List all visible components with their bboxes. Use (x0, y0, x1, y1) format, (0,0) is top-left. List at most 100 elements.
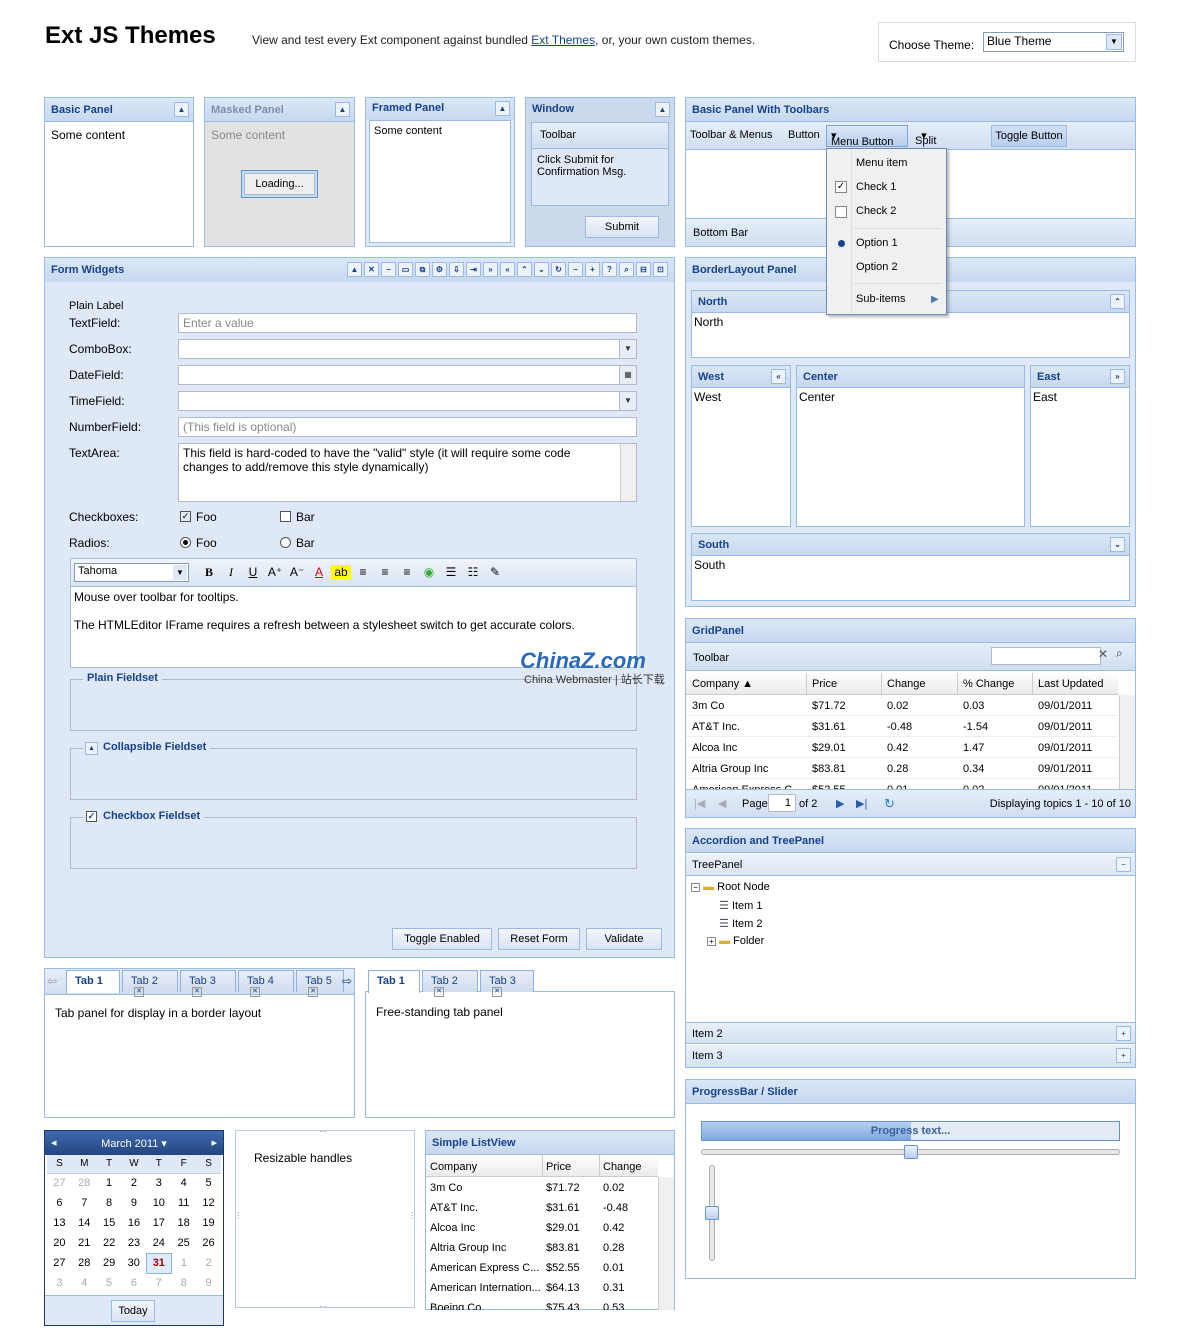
split-button[interactable]: Split Button ▾ (915, 129, 947, 159)
number-field[interactable]: (This field is optional) (178, 417, 637, 437)
toolbar-button[interactable]: Button (788, 129, 820, 141)
calendar-day[interactable]: 9 (196, 1273, 221, 1293)
close-icon[interactable]: ✕ (492, 987, 502, 997)
prev-month-icon[interactable]: ◂ (51, 1136, 57, 1149)
collapse-right-icon[interactable]: » (1110, 369, 1125, 384)
highlight-icon[interactable]: ab (331, 565, 351, 579)
month-label[interactable]: March 2011 (101, 1138, 158, 1150)
collapse-icon[interactable]: ▲ (335, 102, 350, 117)
calendar-day[interactable]: 21 (72, 1233, 97, 1253)
close-icon[interactable]: ✕ (1098, 647, 1108, 661)
toggle-enabled-button[interactable]: Toggle Enabled (392, 928, 492, 950)
chevron-down-icon[interactable]: ▼ (619, 340, 636, 358)
down-icon[interactable]: ⌄ (534, 262, 549, 277)
calendar-day[interactable]: 20 (47, 1233, 72, 1253)
ext-themes-link[interactable]: Ext Themes (531, 33, 595, 47)
pin-icon[interactable]: ⇩ (449, 262, 464, 277)
grid-scrollbar[interactable] (1119, 695, 1135, 791)
calendar-day[interactable]: 15 (97, 1213, 122, 1233)
calendar-day[interactable]: 1 (171, 1253, 196, 1273)
calendar-day[interactable]: 7 (146, 1273, 171, 1293)
fieldset-checkbox[interactable]: ✓ (86, 811, 97, 822)
next-page-icon[interactable]: ▶ (836, 797, 844, 810)
collapse-icon[interactable]: ⌄ (1110, 537, 1125, 552)
calendar-day[interactable]: 28 (72, 1173, 97, 1193)
font-select[interactable]: Tahoma ▼ (74, 563, 189, 582)
calendar-day[interactable]: 12 (196, 1193, 221, 1213)
collapse-icon[interactable]: − (691, 883, 700, 892)
submit-button[interactable]: Submit (585, 216, 659, 238)
menu-option-1[interactable]: Option 1 (856, 237, 898, 249)
calendar-day[interactable]: 3 (47, 1273, 72, 1293)
tree-item-2[interactable]: ☰ Item 2 (691, 917, 770, 935)
save-icon[interactable]: ⊟ (636, 262, 651, 277)
menu-check-2[interactable]: Check 2 (856, 205, 896, 217)
check-icon[interactable]: ✓ (835, 181, 847, 193)
resize-handle-left[interactable]: ⋮ (234, 1211, 242, 1220)
collapse-icon[interactable]: ▲ (85, 742, 98, 755)
grow-font-icon[interactable]: A⁺ (265, 565, 285, 579)
search-icon[interactable]: ⌕ (619, 262, 634, 277)
checkbox-icon[interactable] (835, 206, 847, 218)
page-input[interactable]: 1 (768, 794, 796, 812)
combobox[interactable]: ▼ (178, 339, 637, 359)
grid-column-header[interactable]: Last Updated (1038, 678, 1103, 690)
text-field[interactable]: Enter a value (178, 313, 637, 333)
expand-icon[interactable]: + (707, 937, 716, 946)
font-color-icon[interactable]: A (309, 565, 329, 579)
listview-column-header[interactable]: Change (603, 1161, 642, 1173)
chevron-down-icon[interactable]: ▼ (619, 392, 636, 410)
list-item[interactable]: Alcoa Inc $29.01 0.42 (426, 1218, 658, 1238)
grid-column-header[interactable]: Change (887, 678, 926, 690)
prev-icon[interactable]: « (500, 262, 515, 277)
listview-column-header[interactable]: Price (546, 1161, 571, 1173)
tree-item-1[interactable]: ☰ Item 1 (691, 899, 770, 917)
close-icon[interactable]: ✕ (134, 987, 144, 997)
calendar-day[interactable]: 4 (171, 1173, 196, 1193)
date-field[interactable]: ▦ (178, 365, 637, 385)
listview-column-header[interactable]: Company (430, 1161, 477, 1173)
tree-folder[interactable]: + ▬ Folder (691, 935, 770, 953)
collapse-icon[interactable]: ▲ (174, 102, 189, 117)
italic-icon[interactable]: I (221, 565, 241, 580)
maximize-icon[interactable]: ▭ (398, 262, 413, 277)
tab-5[interactable]: Tab 5✕ (296, 970, 344, 997)
tab-1[interactable]: Tab 1 (66, 970, 120, 993)
grid-search-input[interactable] (991, 647, 1101, 665)
gear-icon[interactable]: ⚙ (432, 262, 447, 277)
calendar-day[interactable]: 5 (196, 1173, 221, 1193)
tab-2[interactable]: Tab 2✕ (122, 970, 178, 997)
calendar-day[interactable]: 6 (122, 1273, 147, 1293)
toggle-icon[interactable]: ▲ (347, 262, 362, 277)
toggle-button[interactable]: Toggle Button (991, 125, 1067, 147)
calendar-day[interactable]: 14 (72, 1213, 97, 1233)
time-field[interactable]: ▼ (178, 391, 637, 411)
grid-column-header[interactable]: Company ▲ (692, 678, 753, 690)
calendar-day[interactable]: 5 (97, 1273, 122, 1293)
grid-column-header[interactable]: % Change (963, 678, 1014, 690)
tree-root[interactable]: − ▬ Root Node (691, 881, 770, 899)
scroll-right-icon[interactable]: ⇨ (342, 974, 352, 988)
close-icon[interactable]: ✕ (434, 987, 444, 997)
calendar-day[interactable]: 31 (145, 1252, 172, 1274)
accordion-item-3[interactable]: Item 3 (692, 1050, 723, 1062)
collapse-icon[interactable]: − (1116, 857, 1131, 872)
today-button[interactable]: Today (111, 1300, 155, 1322)
next-month-icon[interactable]: ▸ (211, 1136, 217, 1149)
calendar-day[interactable]: 6 (47, 1193, 72, 1213)
menu-check-1[interactable]: Check 1 (856, 181, 896, 193)
calendar-day[interactable]: 25 (171, 1233, 196, 1253)
calendar-day[interactable]: 13 (47, 1213, 72, 1233)
grid-column-header[interactable]: Price (812, 678, 837, 690)
plus-icon[interactable]: + (585, 262, 600, 277)
slider-thumb[interactable] (903, 1145, 918, 1159)
list-item[interactable]: American Express C... $52.55 0.01 (426, 1258, 658, 1278)
calendar-day[interactable]: 29 (97, 1253, 122, 1273)
checkbox-bar[interactable] (280, 511, 291, 522)
validate-button[interactable]: Validate (586, 928, 662, 950)
refresh-icon[interactable]: ↻ (551, 262, 566, 277)
calendar-day[interactable]: 9 (122, 1193, 147, 1213)
minus-icon[interactable]: − (568, 262, 583, 277)
calendar-day[interactable]: 7 (72, 1193, 97, 1213)
collapse-icon[interactable]: ▲ (495, 101, 510, 116)
